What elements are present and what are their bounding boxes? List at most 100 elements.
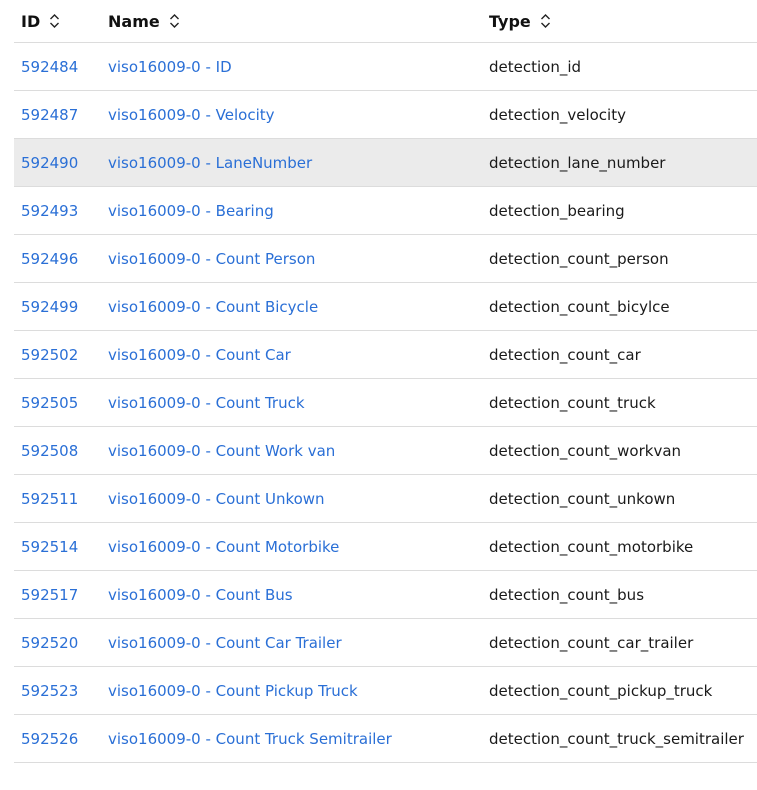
id-cell: 592523: [14, 666, 101, 715]
id-cell: 592508: [14, 426, 101, 475]
sort-icon[interactable]: [49, 13, 60, 29]
table-row[interactable]: 592505 viso16009-0 - Count Truck detection…: [14, 378, 757, 427]
type-cell: detection_count_pickup_truck: [482, 666, 757, 715]
type-cell: detection_count_car: [482, 330, 757, 379]
id-link[interactable]: 592499: [21, 298, 78, 316]
id-cell: 592514: [14, 522, 101, 571]
id-cell: 592520: [14, 618, 101, 667]
column-header-type-label: Type: [489, 11, 531, 31]
id-link[interactable]: 592514: [21, 538, 78, 556]
id-cell: 592493: [14, 186, 101, 235]
sort-icon[interactable]: [169, 13, 180, 29]
sort-icon[interactable]: [540, 13, 551, 29]
table-row[interactable]: 592484 viso16009-0 - ID detection_id: [14, 42, 757, 91]
id-link[interactable]: 592511: [21, 490, 78, 508]
table-row[interactable]: 592499 viso16009-0 - Count Bicycle detecti…: [14, 282, 757, 331]
name-cell: viso16009-0 - ID: [101, 42, 482, 91]
table-row[interactable]: 592517 viso16009-0 - Count Bus detection_c…: [14, 570, 757, 619]
table-row[interactable]: 592520 viso16009-0 - Count Car Trailer det…: [14, 618, 757, 667]
name-link[interactable]: viso16009-0 - Count Truck Semitrailer: [108, 730, 392, 748]
id-cell: 592496: [14, 234, 101, 283]
table-row[interactable]: 592514 viso16009-0 - Count Motorbike detec…: [14, 522, 757, 571]
datapoints-table-container: ID Name Type 592484 viso16009-0 - ID detec…: [14, 0, 757, 763]
name-cell: viso16009-0 - Bearing: [101, 186, 482, 235]
id-link[interactable]: 592526: [21, 730, 78, 748]
type-cell: detection_count_car_trailer: [482, 618, 757, 667]
name-link[interactable]: viso16009-0 - Count Work van: [108, 442, 335, 460]
name-link[interactable]: viso16009-0 - Count Motorbike: [108, 538, 339, 556]
id-link[interactable]: 592505: [21, 394, 78, 412]
name-cell: viso16009-0 - Velocity: [101, 90, 482, 139]
name-link[interactable]: viso16009-0 - Count Unkown: [108, 490, 325, 508]
type-cell: detection_count_truck: [482, 378, 757, 427]
name-cell: viso16009-0 - Count Bus: [101, 570, 482, 619]
name-cell: viso16009-0 - Count Motorbike: [101, 522, 482, 571]
table-body: 592484 viso16009-0 - ID detection_id 592487…: [14, 42, 757, 763]
id-link[interactable]: 592520: [21, 634, 78, 652]
id-link[interactable]: 592487: [21, 106, 78, 124]
name-link[interactable]: viso16009-0 - LaneNumber: [108, 154, 312, 172]
type-cell: detection_lane_number: [482, 138, 757, 187]
table-row[interactable]: 592487 viso16009-0 - Velocity detection_ve…: [14, 90, 757, 139]
name-cell: viso16009-0 - Count Bicycle: [101, 282, 482, 331]
id-cell: 592511: [14, 474, 101, 523]
table-row[interactable]: 592523 viso16009-0 - Count Pickup Truck de…: [14, 666, 757, 715]
column-header-name[interactable]: Name: [101, 0, 482, 43]
table-row[interactable]: 592496 viso16009-0 - Count Person detectio…: [14, 234, 757, 283]
type-cell: detection_count_unkown: [482, 474, 757, 523]
column-header-type[interactable]: Type: [482, 0, 757, 43]
column-header-id[interactable]: ID: [14, 0, 101, 43]
name-cell: viso16009-0 - LaneNumber: [101, 138, 482, 187]
id-cell: 592502: [14, 330, 101, 379]
name-link[interactable]: viso16009-0 - Count Pickup Truck: [108, 682, 358, 700]
header-row: ID Name Type: [14, 0, 757, 43]
id-link[interactable]: 592508: [21, 442, 78, 460]
name-cell: viso16009-0 - Count Car Trailer: [101, 618, 482, 667]
table-row[interactable]: 592508 viso16009-0 - Count Work van detect…: [14, 426, 757, 475]
name-cell: viso16009-0 - Count Work van: [101, 426, 482, 475]
name-link[interactable]: viso16009-0 - Count Bus: [108, 586, 293, 604]
name-link[interactable]: viso16009-0 - ID: [108, 58, 232, 76]
type-cell: detection_bearing: [482, 186, 757, 235]
name-link[interactable]: viso16009-0 - Count Bicycle: [108, 298, 318, 316]
id-link[interactable]: 592523: [21, 682, 78, 700]
datapoints-table: ID Name Type 592484 viso16009-0 - ID detec…: [14, 0, 757, 763]
type-cell: detection_count_person: [482, 234, 757, 283]
table-row[interactable]: 592511 viso16009-0 - Count Unkown detectio…: [14, 474, 757, 523]
name-link[interactable]: viso16009-0 - Velocity: [108, 106, 275, 124]
table-row[interactable]: 592490 viso16009-0 - LaneNumber detection_…: [14, 138, 757, 187]
table-row[interactable]: 592493 viso16009-0 - Bearing detection_bea…: [14, 186, 757, 235]
type-cell: detection_count_motorbike: [482, 522, 757, 571]
id-cell: 592484: [14, 42, 101, 91]
name-link[interactable]: viso16009-0 - Count Truck: [108, 394, 305, 412]
name-link[interactable]: viso16009-0 - Bearing: [108, 202, 274, 220]
id-link[interactable]: 592496: [21, 250, 78, 268]
id-cell: 592487: [14, 90, 101, 139]
id-cell: 592526: [14, 714, 101, 763]
id-link[interactable]: 592502: [21, 346, 78, 364]
name-link[interactable]: viso16009-0 - Count Car: [108, 346, 291, 364]
type-cell: detection_velocity: [482, 90, 757, 139]
id-link[interactable]: 592484: [21, 58, 78, 76]
id-cell: 592499: [14, 282, 101, 331]
name-cell: viso16009-0 - Count Unkown: [101, 474, 482, 523]
id-cell: 592490: [14, 138, 101, 187]
name-link[interactable]: viso16009-0 - Count Person: [108, 250, 315, 268]
name-cell: viso16009-0 - Count Person: [101, 234, 482, 283]
name-link[interactable]: viso16009-0 - Count Car Trailer: [108, 634, 342, 652]
id-link[interactable]: 592517: [21, 586, 78, 604]
id-cell: 592517: [14, 570, 101, 619]
name-cell: viso16009-0 - Count Pickup Truck: [101, 666, 482, 715]
type-cell: detection_count_bicylce: [482, 282, 757, 331]
name-cell: viso16009-0 - Count Car: [101, 330, 482, 379]
column-header-name-label: Name: [108, 11, 160, 31]
id-link[interactable]: 592490: [21, 154, 78, 172]
type-cell: detection_count_truck_semitrailer: [482, 714, 757, 763]
id-cell: 592505: [14, 378, 101, 427]
name-cell: viso16009-0 - Count Truck: [101, 378, 482, 427]
table-row[interactable]: 592502 viso16009-0 - Count Car detection_c…: [14, 330, 757, 379]
name-cell: viso16009-0 - Count Truck Semitrailer: [101, 714, 482, 763]
type-cell: detection_count_bus: [482, 570, 757, 619]
id-link[interactable]: 592493: [21, 202, 78, 220]
table-row[interactable]: 592526 viso16009-0 - Count Truck Semitrai…: [14, 714, 757, 763]
